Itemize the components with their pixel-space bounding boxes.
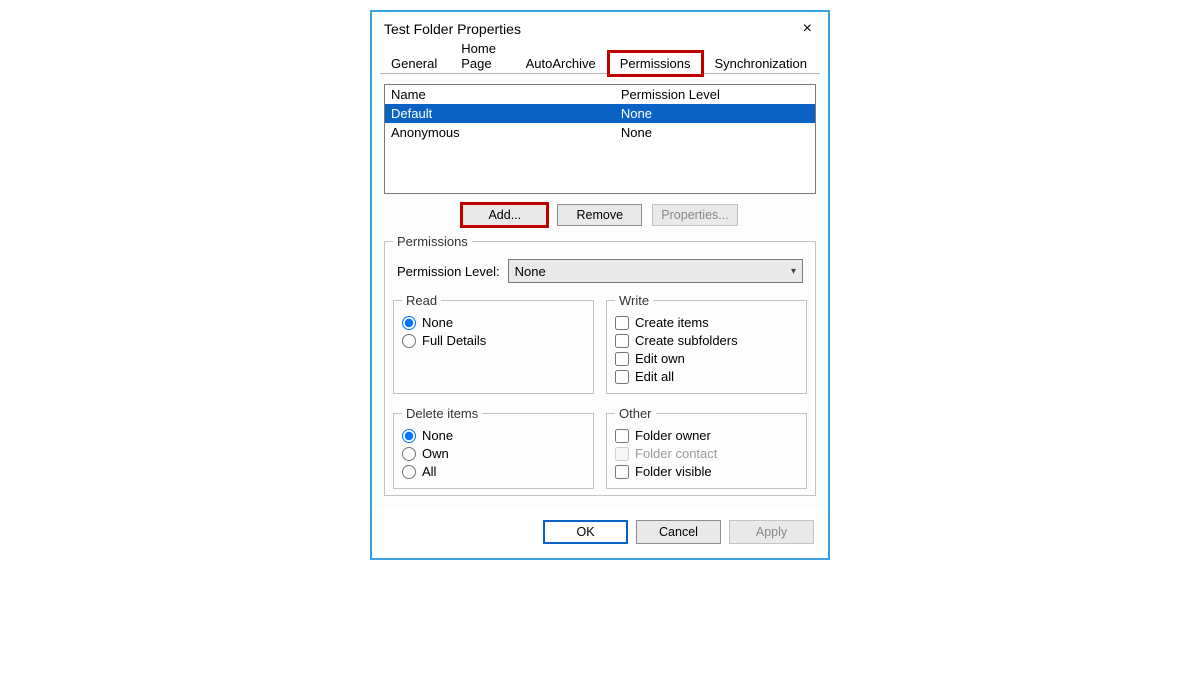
- read-none-option[interactable]: None: [402, 315, 585, 330]
- write-create-items-option[interactable]: Create items: [615, 315, 798, 330]
- permissions-legend: Permissions: [393, 234, 472, 249]
- permissions-group: Permissions Permission Level: None ▾ Rea…: [384, 234, 816, 496]
- write-edit-own-option[interactable]: Edit own: [615, 351, 798, 366]
- user-list[interactable]: Name Permission Level Default None Anony…: [384, 84, 816, 194]
- folder-contact-checkbox: [615, 447, 629, 461]
- column-header-permission-level: Permission Level: [621, 87, 809, 102]
- cell-name: Anonymous: [391, 125, 621, 140]
- tab-autoarchive[interactable]: AutoArchive: [515, 52, 607, 74]
- write-create-subfolders-option[interactable]: Create subfolders: [615, 333, 798, 348]
- other-legend: Other: [615, 406, 656, 421]
- tab-permissions[interactable]: Permissions: [609, 52, 702, 75]
- read-full-radio[interactable]: [402, 334, 416, 348]
- write-edit-all-option[interactable]: Edit all: [615, 369, 798, 384]
- add-button[interactable]: Add...: [462, 204, 547, 226]
- folder-properties-dialog: Test Folder Properties × General Home Pa…: [370, 10, 830, 560]
- user-list-row[interactable]: Default None: [385, 104, 815, 123]
- cancel-button[interactable]: Cancel: [636, 520, 721, 544]
- tabstrip: General Home Page AutoArchive Permission…: [372, 48, 828, 74]
- write-legend: Write: [615, 293, 653, 308]
- delete-none-option[interactable]: None: [402, 428, 585, 443]
- folder-contact-option: Folder contact: [615, 446, 798, 461]
- delete-group: Delete items None Own All: [393, 406, 594, 489]
- user-list-header: Name Permission Level: [385, 85, 815, 104]
- other-group: Other Folder owner Folder contact Folder…: [606, 406, 807, 489]
- read-full-details-option[interactable]: Full Details: [402, 333, 585, 348]
- read-none-radio[interactable]: [402, 316, 416, 330]
- folder-owner-option[interactable]: Folder owner: [615, 428, 798, 443]
- delete-all-radio[interactable]: [402, 465, 416, 479]
- chevron-down-icon: ▾: [791, 266, 796, 277]
- permissions-tab-body: Name Permission Level Default None Anony…: [372, 74, 828, 508]
- tab-synchronization[interactable]: Synchronization: [704, 52, 819, 74]
- cell-level: None: [621, 106, 809, 121]
- cell-name: Default: [391, 106, 621, 121]
- tab-general[interactable]: General: [380, 52, 448, 74]
- edit-own-checkbox[interactable]: [615, 352, 629, 366]
- permission-level-row: Permission Level: None ▾: [393, 259, 807, 283]
- user-list-row[interactable]: Anonymous None: [385, 123, 815, 142]
- read-group: Read None Full Details: [393, 293, 594, 394]
- folder-visible-checkbox[interactable]: [615, 465, 629, 479]
- apply-button: Apply: [729, 520, 814, 544]
- create-subfolders-checkbox[interactable]: [615, 334, 629, 348]
- column-header-name: Name: [391, 87, 621, 102]
- create-items-checkbox[interactable]: [615, 316, 629, 330]
- folder-owner-checkbox[interactable]: [615, 429, 629, 443]
- ok-button[interactable]: OK: [543, 520, 628, 544]
- folder-visible-option[interactable]: Folder visible: [615, 464, 798, 479]
- delete-own-radio[interactable]: [402, 447, 416, 461]
- edit-all-checkbox[interactable]: [615, 370, 629, 384]
- cell-level: None: [621, 125, 809, 140]
- dialog-footer: OK Cancel Apply: [372, 508, 828, 558]
- read-legend: Read: [402, 293, 441, 308]
- close-icon[interactable]: ×: [797, 18, 818, 40]
- tab-home-page[interactable]: Home Page: [450, 37, 512, 74]
- delete-none-radio[interactable]: [402, 429, 416, 443]
- remove-button[interactable]: Remove: [557, 204, 642, 226]
- properties-button: Properties...: [652, 204, 737, 226]
- delete-all-option[interactable]: All: [402, 464, 585, 479]
- dialog-title: Test Folder Properties: [384, 21, 521, 37]
- delete-own-option[interactable]: Own: [402, 446, 585, 461]
- delete-legend: Delete items: [402, 406, 482, 421]
- permission-level-label: Permission Level:: [397, 264, 500, 279]
- user-buttons-row: Add... Remove Properties...: [384, 204, 816, 226]
- permission-level-select[interactable]: None ▾: [508, 259, 803, 283]
- permission-level-value: None: [515, 264, 546, 279]
- titlebar: Test Folder Properties ×: [372, 12, 828, 48]
- write-group: Write Create items Create subfolders Edi…: [606, 293, 807, 394]
